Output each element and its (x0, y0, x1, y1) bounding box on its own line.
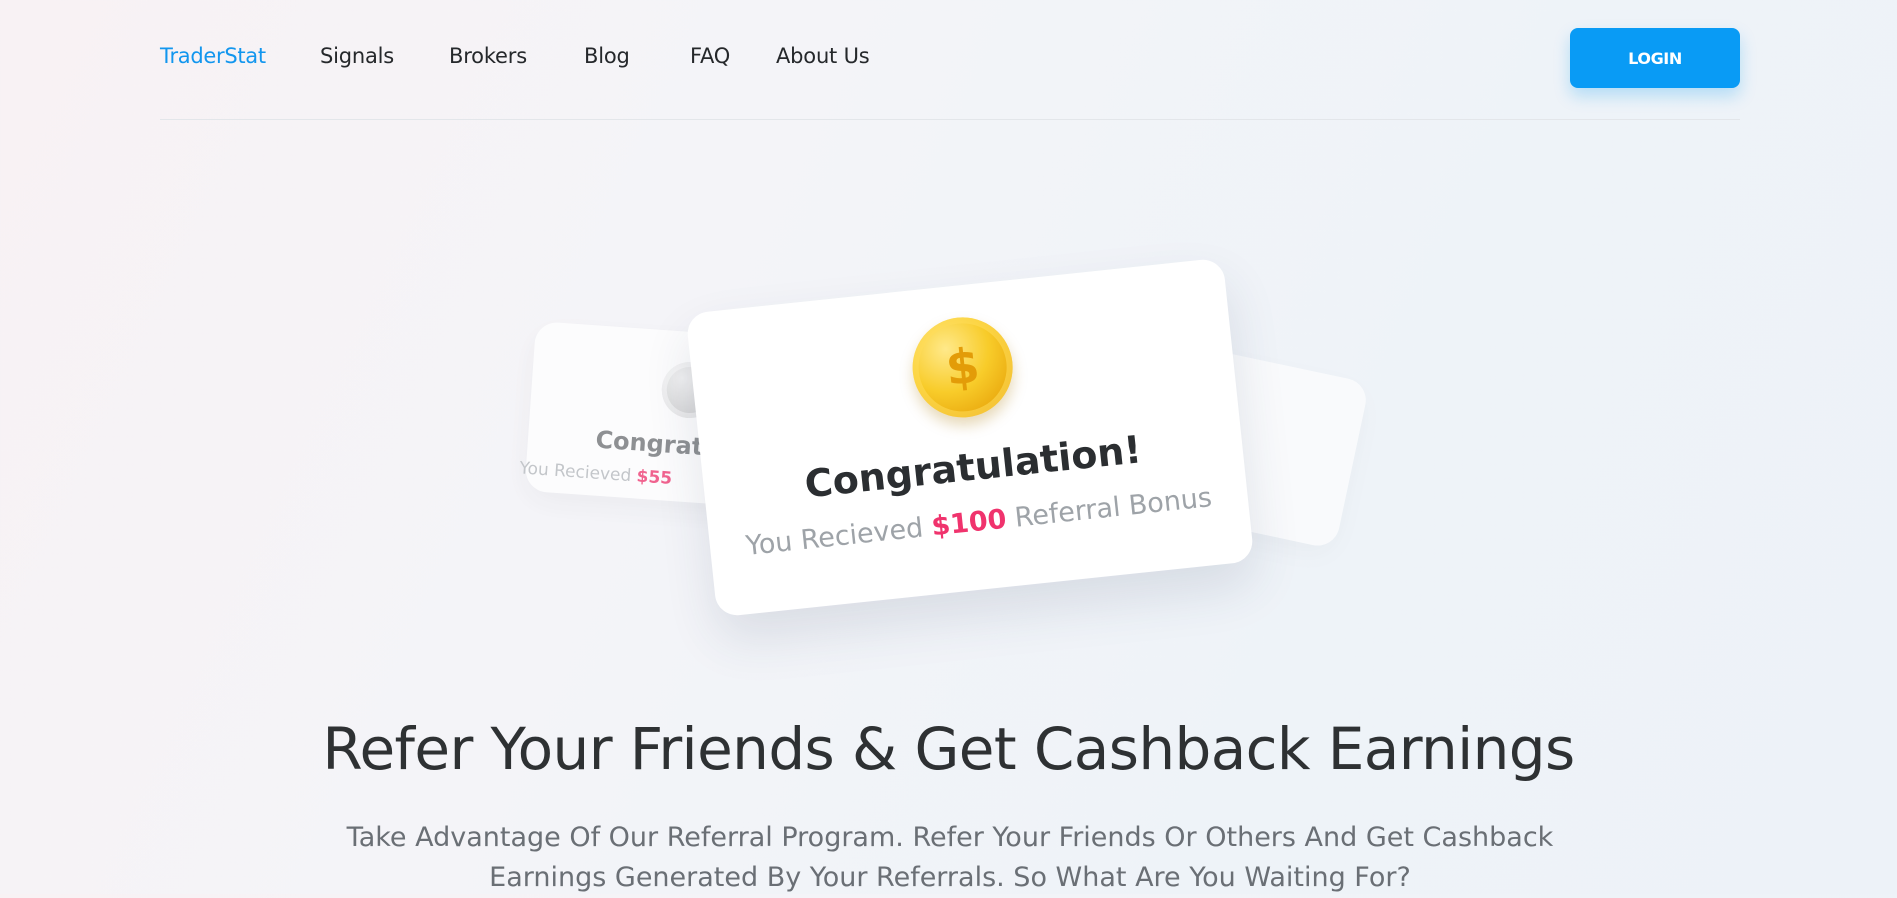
dollar-coin-icon: $ (907, 312, 1018, 423)
main-congratulation-card: $ Congratulation! You Recieved $100 Refe… (685, 257, 1255, 618)
description-line-2: Earnings Generated By Your Referrals. So… (489, 862, 1411, 893)
page-description: Take Advantage Of Our Referral Program. … (340, 818, 1560, 898)
description-line-1: Take Advantage Of Our Referral Program. … (346, 822, 1554, 853)
back-card-left-subtitle: You Recieved $55 (518, 458, 673, 489)
card-amount: $100 (929, 503, 1008, 543)
page-headline: Refer Your Friends & Get Cashback Earnin… (322, 715, 1575, 783)
back-card-left-amount: $55 (635, 466, 673, 489)
